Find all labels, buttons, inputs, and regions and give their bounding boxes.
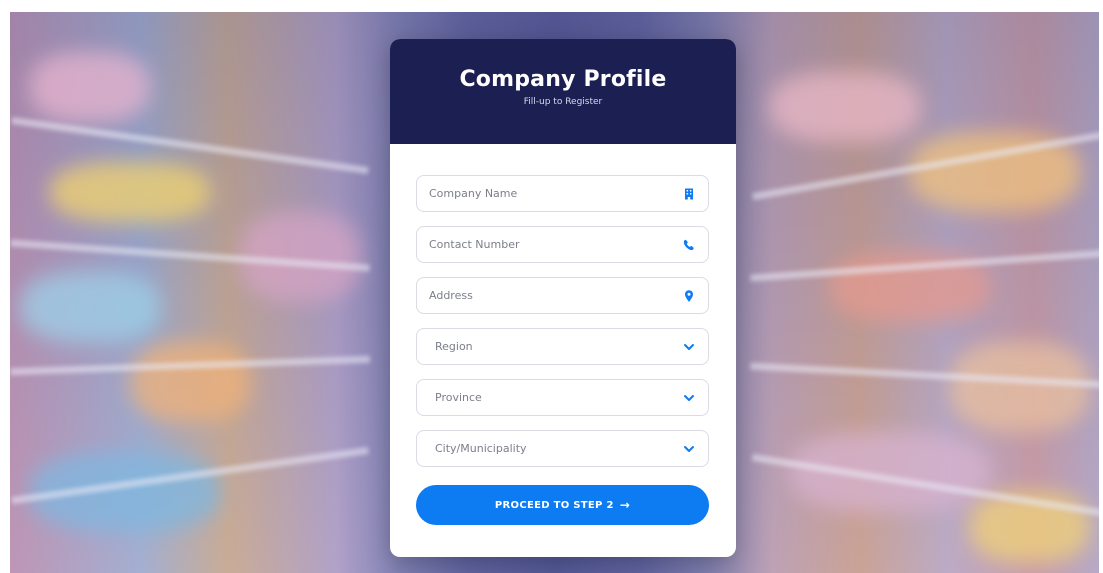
- chevron-down-icon: [684, 446, 694, 452]
- province-select-value: Province: [435, 391, 482, 404]
- chevron-down-icon: [684, 344, 694, 350]
- arrow-right-icon: →: [619, 498, 631, 512]
- region-select-value: Region: [435, 340, 473, 353]
- company-profile-form: Region Province City/Municipality PROCEE…: [416, 175, 709, 525]
- page-title: Company Profile: [459, 67, 667, 92]
- region-select[interactable]: Region: [416, 328, 709, 365]
- page-subtitle: Fill-up to Register: [523, 97, 603, 107]
- address-field[interactable]: [416, 277, 709, 314]
- company-name-input[interactable]: [429, 176, 669, 211]
- card-header: Company Profile Fill-up to Register: [390, 39, 736, 144]
- proceed-button-label: PROCEED TO STEP 2: [494, 500, 614, 511]
- city-select-value: City/Municipality: [435, 442, 527, 455]
- company-name-field[interactable]: [416, 175, 709, 212]
- contact-number-input[interactable]: [429, 227, 669, 262]
- contact-number-field[interactable]: [416, 226, 709, 263]
- building-icon: [685, 188, 693, 200]
- chevron-down-icon: [684, 395, 694, 401]
- address-input[interactable]: [429, 278, 669, 313]
- screen: Company Profile Fill-up to Register Comp…: [0, 0, 1103, 573]
- phone-icon: [683, 239, 694, 251]
- proceed-to-step-2-button[interactable]: PROCEED TO STEP 2 →: [416, 485, 709, 525]
- registration-card: Company Profile Fill-up to Register Comp…: [390, 39, 736, 557]
- map-pin-icon: [685, 290, 693, 302]
- province-select[interactable]: Province: [416, 379, 709, 416]
- city-municipality-select[interactable]: City/Municipality: [416, 430, 709, 467]
